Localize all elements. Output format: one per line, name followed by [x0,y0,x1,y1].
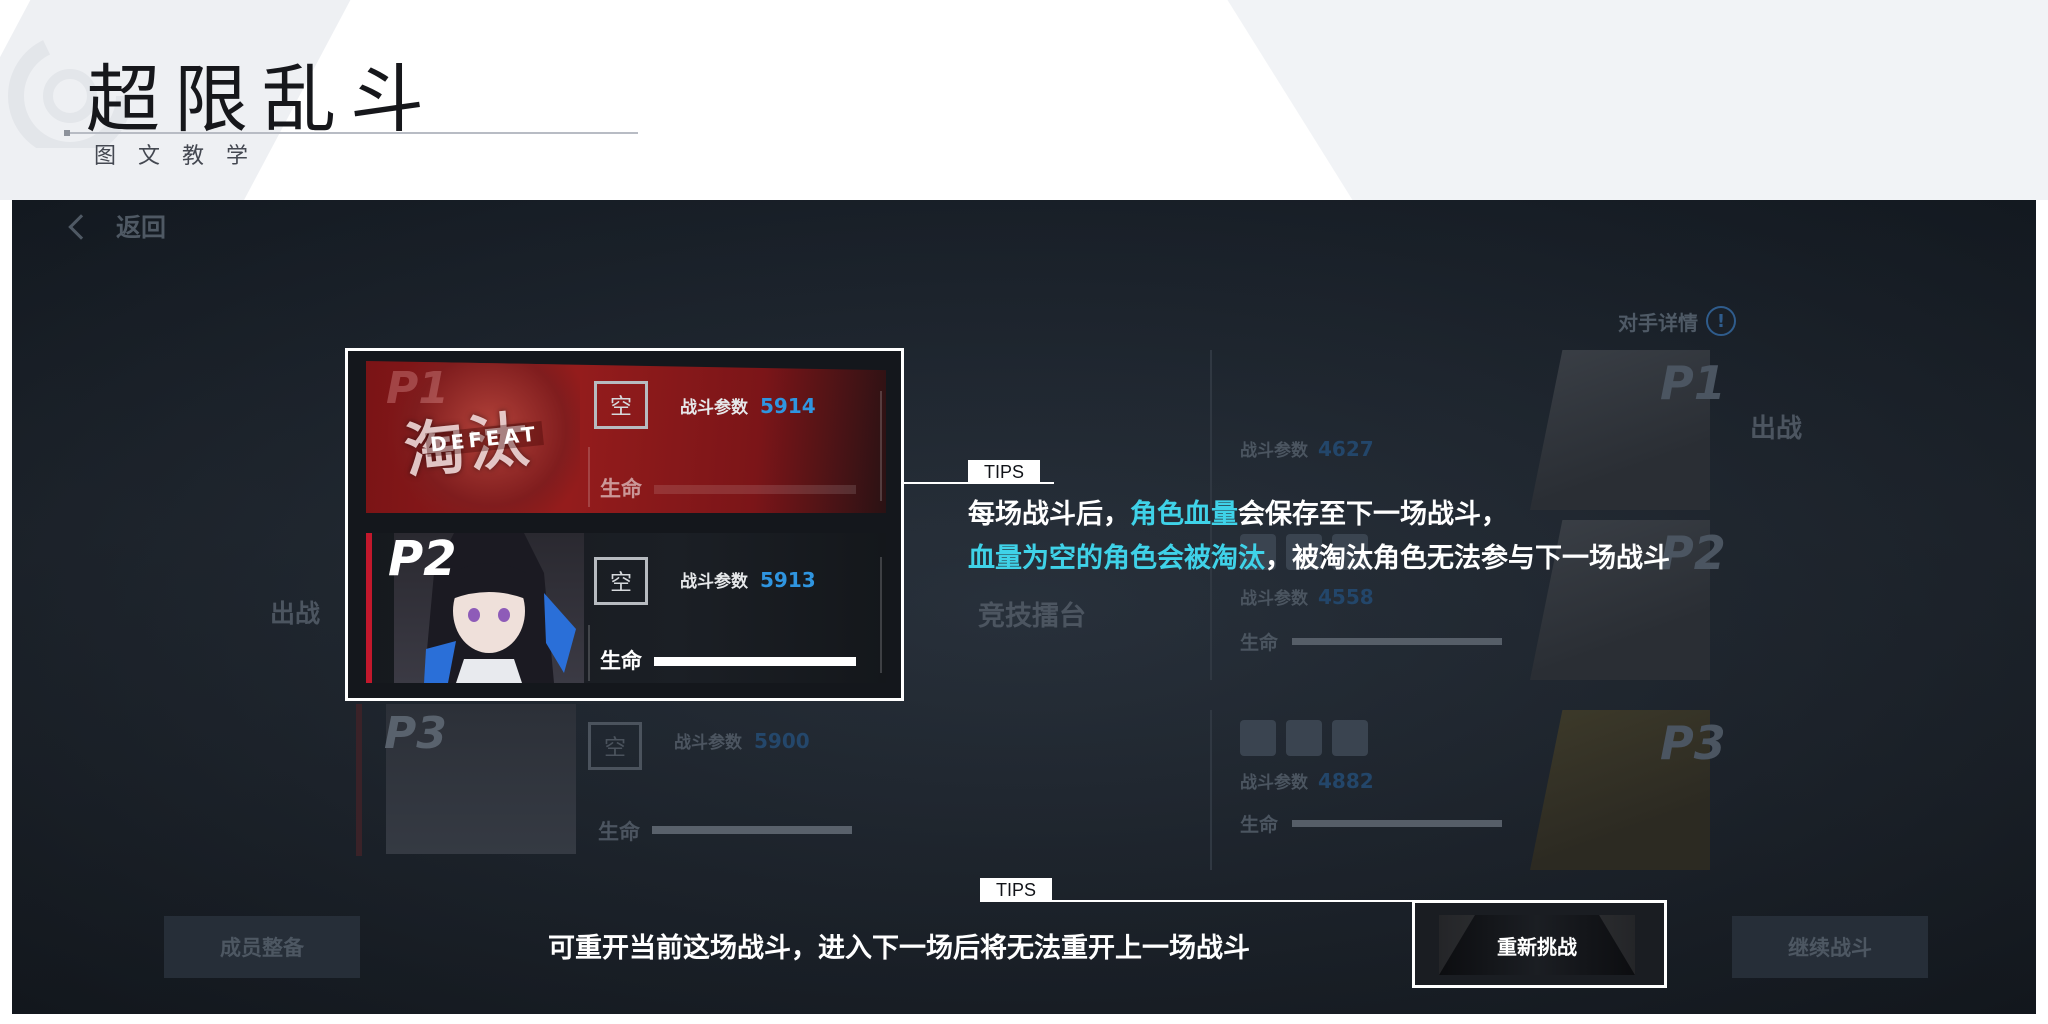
highlight-team-card: P1 淘汰 DEFEAT 空 战斗参数 5914 生命 P2 空 战斗参数 59… [345,348,904,701]
skill-icon [1240,720,1276,756]
tutorial-header: 超限乱斗 图文教学 [0,0,2048,200]
opponent-slot-label: P1 [1660,356,1726,410]
empty-equipment-slot[interactable]: 空 [588,722,642,770]
slot-label: P3 [384,708,447,759]
title-divider [64,130,638,136]
skill-icon [1286,720,1322,756]
skill-icon [1332,720,1368,756]
tips-tag: TIPS [968,460,1041,484]
divider [880,391,882,501]
page-title: 超限乱斗 [86,57,438,143]
header-bg-shape [1227,0,2048,200]
my-row-p3[interactable]: P3 空 战斗参数 5900 生命 [356,704,896,856]
tips-tag: TIPS [980,878,1053,902]
back-label: 返回 [116,213,167,242]
team-row-p2[interactable]: P2 空 战斗参数 5913 生命 [366,531,886,683]
life-label: 生命 [598,820,640,844]
chevron-left-icon [68,214,94,240]
tip-text-line1: 每场战斗后，角色血量会保存至下一场战斗， [968,499,1508,530]
opponent-stat: 战斗参数 4558 [1240,585,1374,609]
retry-highlight-frame: 重新挑战 [1412,900,1667,988]
opponent-stat: 战斗参数 4627 [1240,437,1374,461]
opponent-row-p1[interactable]: 战斗参数 4627 P1 [1210,350,1770,510]
team-row-p1[interactable]: P1 淘汰 DEFEAT 空 战斗参数 5914 生命 [366,361,886,513]
opponent-stat: 战斗参数 4882 [1240,769,1374,793]
stat-line: 战斗参数 5900 [674,729,810,753]
stat-line: 战斗参数 5914 [680,394,816,418]
opponent-life-bar [1292,638,1502,645]
life-bar-empty [654,485,856,494]
row-separator [1210,350,1212,510]
empty-equipment-slot[interactable]: 空 [594,557,648,605]
arena-label: 竞技擂台 [978,601,1086,632]
my-deploy-label: 出战 [270,599,321,628]
opponent-life-label: 生命 [1240,632,1279,654]
retry-button[interactable]: 重新挑战 [1439,915,1635,975]
life-bar-fill [654,657,856,666]
life-bar [652,826,852,834]
member-prep-button[interactable]: 成员整备 [164,916,360,978]
empty-equipment-slot[interactable]: 空 [594,381,648,429]
page-subtitle: 图文教学 [94,144,271,169]
info-icon: ! [1706,306,1736,336]
divider [588,447,590,507]
life-label: 生命 [600,649,642,673]
back-button[interactable]: 返回 [68,204,167,248]
opponent-life-bar [1292,820,1502,827]
continue-battle-button[interactable]: 继续战斗 [1732,916,1928,978]
opponent-detail-button[interactable]: 对手详情 ! [1618,306,1736,336]
row-accent [366,533,372,683]
opponent-detail-label: 对手详情 [1618,310,1698,335]
life-bar [654,657,856,666]
divider [588,625,590,681]
tip-text-line2: 血量为空的角色会被淘汰，被淘汰角色无法参与下一场战斗 [968,543,1670,574]
opponent-row-p3[interactable]: 战斗参数 4882 生命 P3 [1210,710,1770,870]
divider [880,557,882,673]
tips-connector [1052,900,1414,902]
stat-line: 战斗参数 5913 [680,568,816,592]
life-label: 生命 [600,477,642,501]
slot-label: P2 [388,531,457,587]
row-separator [1210,710,1212,870]
tip-text-retry: 可重开当前这场战斗，进入下一场后将无法重开上一场战斗 [548,933,1250,964]
opponent-slot-label: P3 [1660,716,1726,770]
game-screenshot: 返回 出战 竞技擂台 出战 对手详情 ! 战斗参数 4627 P1 战斗参数 455… [12,200,2036,1014]
row-accent [356,704,362,856]
opponent-life-label: 生命 [1240,814,1279,836]
